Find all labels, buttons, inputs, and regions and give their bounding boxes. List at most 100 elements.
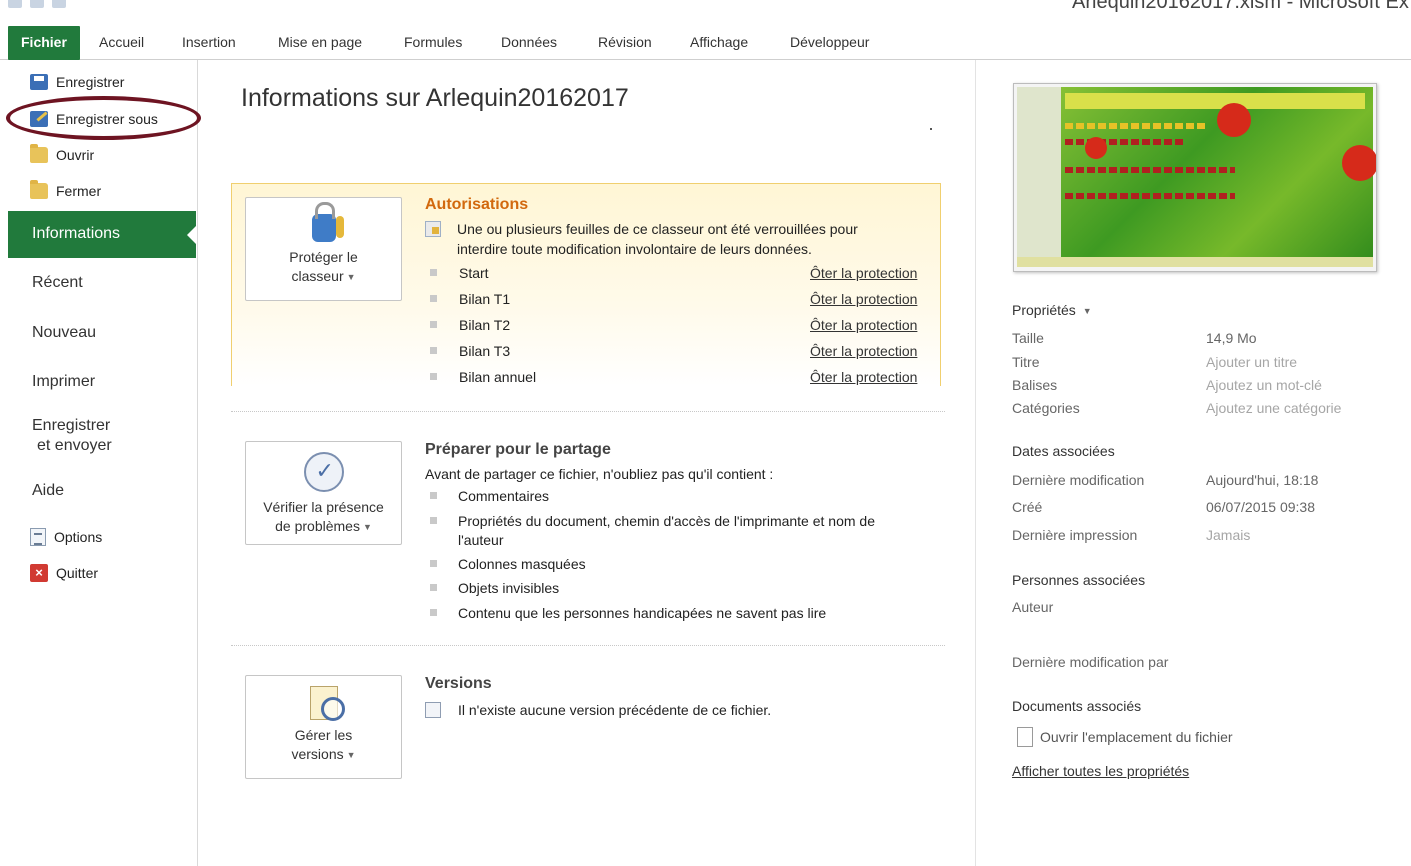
decorative-dot bbox=[930, 128, 932, 130]
title-input[interactable]: Ajouter un titre bbox=[1206, 354, 1297, 370]
nav-help[interactable]: Aide bbox=[32, 482, 64, 500]
lock-key-icon bbox=[311, 202, 344, 242]
sheet-bilan-t1: Bilan T1 bbox=[459, 291, 511, 307]
ladybug-image bbox=[1085, 137, 1107, 159]
open-file-location-link[interactable]: Ouvrir l'emplacement du fichier bbox=[1040, 729, 1233, 745]
unprotect-bilan-t1-link[interactable]: Ôter la protection bbox=[810, 291, 917, 307]
modified-label: Dernière modification bbox=[1012, 472, 1145, 488]
prepare-item-properties: Propriétés du document, chemin d'accès d… bbox=[458, 513, 875, 529]
tags-label: Balises bbox=[1012, 377, 1058, 393]
preview-footer bbox=[1017, 257, 1373, 267]
prepare-title: Préparer pour le partage bbox=[425, 441, 611, 458]
dropdown-arrow-icon: ▼ bbox=[346, 271, 356, 282]
properties-header[interactable]: Propriétés ▼ bbox=[1012, 302, 1092, 318]
close-folder-icon bbox=[30, 180, 48, 199]
bullet-icon bbox=[430, 584, 437, 591]
preview-row bbox=[1065, 123, 1205, 129]
size-label: Taille bbox=[1012, 330, 1044, 346]
tab-developpeur[interactable]: Développeur bbox=[782, 29, 877, 55]
quit-icon: × bbox=[30, 564, 48, 582]
prepare-item-comments: Commentaires bbox=[458, 488, 550, 504]
nav-open-label: Ouvrir bbox=[56, 147, 95, 163]
protect-workbook-label-1: Protéger le bbox=[289, 249, 358, 265]
bullet-icon bbox=[430, 492, 437, 499]
versions-desc: Il n'existe aucune version précédente de… bbox=[458, 702, 772, 718]
save-icon bbox=[30, 74, 48, 90]
bullet-icon bbox=[430, 269, 437, 276]
bullet-icon bbox=[430, 321, 437, 328]
unprotect-bilan-t2-link[interactable]: Ôter la protection bbox=[810, 317, 917, 333]
show-all-properties-link[interactable]: Afficher toutes les propriétés bbox=[1012, 763, 1189, 779]
modified-value: Aujourd'hui, 18:18 bbox=[1206, 472, 1319, 488]
preview-sidebar bbox=[1017, 87, 1061, 267]
nav-save-send[interactable]: Enregistrer et envoyer bbox=[32, 417, 112, 455]
nav-open[interactable]: Ouvrir bbox=[30, 144, 94, 166]
nav-informations[interactable]: Informations bbox=[8, 211, 197, 258]
printed-value: Jamais bbox=[1206, 527, 1251, 543]
tab-affichage[interactable]: Affichage bbox=[682, 29, 756, 55]
unprotect-start-link[interactable]: Ôter la protection bbox=[810, 265, 917, 281]
quick-access-toolbar[interactable] bbox=[8, 0, 66, 12]
tab-mise-en-page[interactable]: Mise en page bbox=[270, 29, 370, 55]
preview-row bbox=[1065, 139, 1185, 145]
nav-quit-label: Quitter bbox=[56, 565, 99, 581]
prepare-item-properties-cont: l'auteur bbox=[458, 532, 504, 548]
nav-new[interactable]: Nouveau bbox=[32, 324, 96, 342]
protect-workbook-label-2: classeur ▼ bbox=[246, 267, 401, 287]
bullet-icon bbox=[430, 609, 437, 616]
categories-input[interactable]: Ajoutez une catégorie bbox=[1206, 400, 1341, 416]
tab-formules[interactable]: Formules bbox=[396, 29, 470, 55]
versions-magnifier-icon bbox=[309, 686, 345, 721]
nav-close-label: Fermer bbox=[56, 183, 102, 199]
manage-versions-label-2: versions ▼ bbox=[246, 745, 401, 765]
check-issues-button[interactable]: Vérifier la présence de problèmes▼ bbox=[245, 441, 402, 545]
tab-insertion[interactable]: Insertion bbox=[174, 29, 244, 55]
categories-label: Catégories bbox=[1012, 400, 1080, 416]
nav-options[interactable]: Options bbox=[30, 526, 102, 548]
prepare-desc: Avant de partager ce fichier, n'oubliez … bbox=[425, 466, 774, 482]
tab-accueil[interactable]: Accueil bbox=[91, 29, 152, 55]
tags-input[interactable]: Ajoutez un mot-clé bbox=[1206, 377, 1322, 393]
options-icon bbox=[30, 528, 46, 546]
section-divider bbox=[231, 645, 945, 646]
check-issues-label-1: Vérifier la présence bbox=[263, 499, 384, 515]
bullet-icon bbox=[430, 295, 437, 302]
nav-informations-label: Informations bbox=[32, 225, 121, 242]
page-title: Informations sur Arlequin20162017 bbox=[241, 84, 629, 112]
preview-row bbox=[1065, 167, 1235, 173]
bullet-icon bbox=[430, 373, 437, 380]
related-docs-header: Documents associés bbox=[1012, 698, 1142, 714]
open-folder-icon bbox=[30, 144, 48, 163]
nav-print[interactable]: Imprimer bbox=[32, 373, 95, 391]
workbook-preview-thumbnail[interactable] bbox=[1013, 83, 1377, 272]
sheet-start: Start bbox=[459, 265, 489, 281]
nav-close[interactable]: Fermer bbox=[30, 180, 101, 202]
backstage-nav: Enregistrer Enregistrer sous Ouvrir Ferm… bbox=[0, 60, 198, 866]
tab-donnees[interactable]: Données bbox=[493, 29, 565, 55]
ribbon-tabs: Fichier Accueil Insertion Mise en page F… bbox=[0, 24, 1411, 60]
bullet-icon bbox=[430, 560, 437, 567]
nav-recent[interactable]: Récent bbox=[32, 274, 83, 292]
ladybug-image bbox=[1217, 103, 1251, 137]
unprotect-bilan-annuel-link[interactable]: Ôter la protection bbox=[810, 369, 917, 385]
title-label: Titre bbox=[1012, 354, 1040, 370]
preview-header bbox=[1065, 93, 1365, 109]
nav-save[interactable]: Enregistrer bbox=[30, 71, 124, 93]
check-issues-label-2: de problèmes ▼ bbox=[246, 517, 401, 537]
unprotect-bilan-t3-link[interactable]: Ôter la protection bbox=[810, 343, 917, 359]
version-doc-icon bbox=[425, 702, 441, 718]
preview-sheet bbox=[1017, 87, 1376, 267]
tab-revision[interactable]: Révision bbox=[590, 29, 660, 55]
nav-quit[interactable]: × Quitter bbox=[30, 562, 98, 584]
dates-header: Dates associées bbox=[1012, 443, 1115, 459]
sheet-bilan-t3: Bilan T3 bbox=[459, 343, 511, 359]
manage-versions-button[interactable]: Gérer les versions ▼ bbox=[245, 675, 402, 779]
locked-sheet-icon bbox=[425, 221, 441, 237]
prepare-item-invisible-objects: Objets invisibles bbox=[458, 580, 560, 596]
dropdown-arrow-icon: ▼ bbox=[1082, 306, 1092, 317]
modified-by-label: Dernière modification par bbox=[1012, 654, 1169, 670]
protect-workbook-button[interactable]: Protéger le classeur ▼ bbox=[245, 197, 402, 301]
window-title: Arlequin20162017.xlsm - Microsoft Ex bbox=[1072, 0, 1409, 13]
panel-divider bbox=[975, 60, 976, 866]
tab-fichier[interactable]: Fichier bbox=[8, 26, 80, 60]
